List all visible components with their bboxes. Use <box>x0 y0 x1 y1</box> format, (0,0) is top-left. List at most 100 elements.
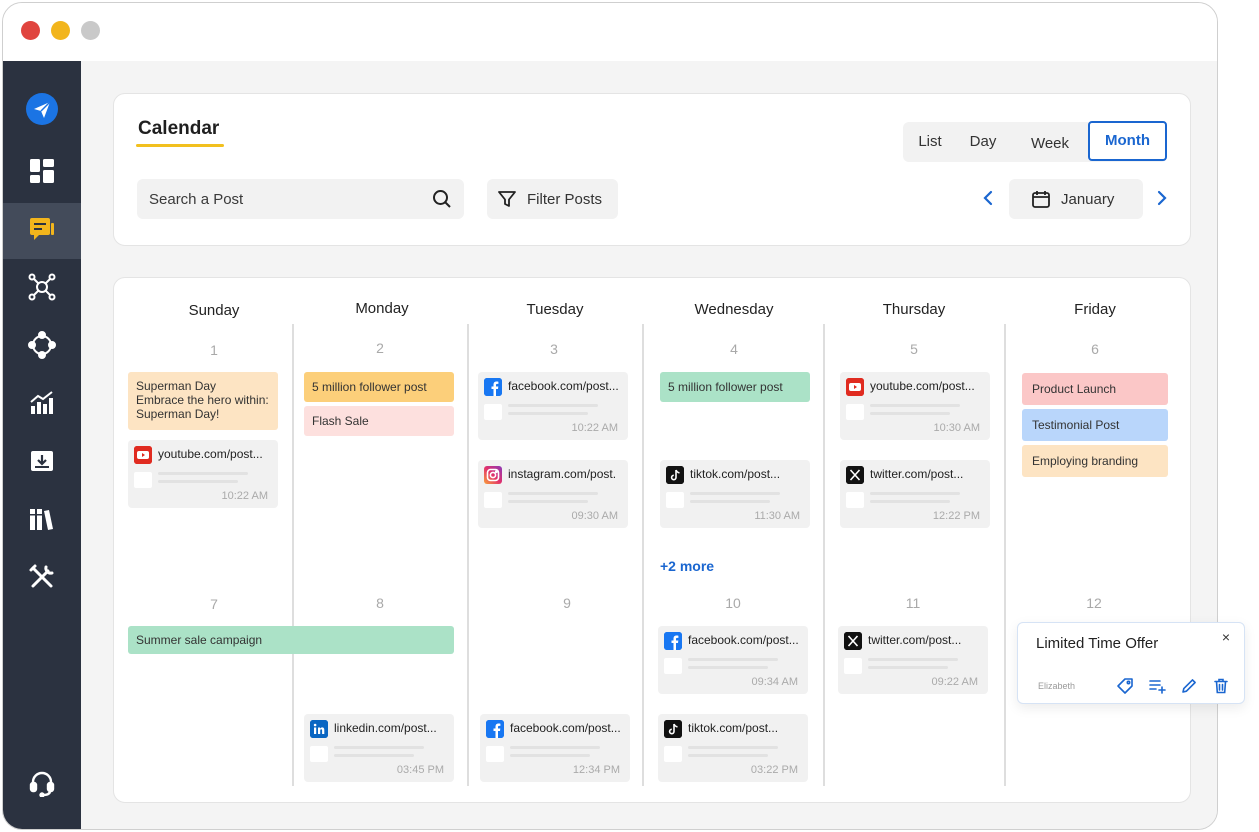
event-popover: Limited Time Offer × Elizabeth <box>1017 622 1245 704</box>
window-close-button[interactable] <box>21 21 40 40</box>
date-3[interactable]: 3 <box>539 341 569 357</box>
sidebar-item-nodes[interactable] <box>3 319 81 375</box>
sidebar-item-tools[interactable] <box>3 551 81 607</box>
sidebar-item-support[interactable] <box>3 757 81 813</box>
event-employing-branding[interactable]: Employing branding <box>1022 445 1168 477</box>
column-divider <box>292 324 294 786</box>
search-icon[interactable] <box>432 189 452 214</box>
post-url: youtube.com/post... <box>870 379 975 393</box>
date-11[interactable]: 11 <box>898 595 928 611</box>
tab-month[interactable]: Month <box>1088 121 1167 161</box>
delete-icon[interactable] <box>1210 676 1232 696</box>
post-card-instagram[interactable]: instagram.com/post. 09:30 AM <box>478 460 628 528</box>
app-window: Calendar Filter Posts List Day Week Mont… <box>2 2 1218 830</box>
post-card-linkedin[interactable]: linkedin.com/post... 03:45 PM <box>304 714 454 782</box>
post-card-tiktok[interactable]: tiktok.com/post... 03:22 PM <box>658 714 808 782</box>
event-testimonial-post[interactable]: Testimonial Post <box>1022 409 1168 441</box>
facebook-icon <box>664 632 682 650</box>
search-input[interactable] <box>137 179 417 219</box>
date-5[interactable]: 5 <box>899 341 929 357</box>
post-url: twitter.com/post... <box>868 633 962 647</box>
page-title: Calendar <box>138 118 220 139</box>
search-box <box>137 179 464 219</box>
more-events-link[interactable]: +2 more <box>660 558 714 574</box>
calendar-icon <box>1031 189 1051 209</box>
edit-icon[interactable] <box>1178 676 1200 696</box>
date-10[interactable]: 10 <box>718 595 748 611</box>
event-superman-day[interactable]: Superman Day Embrace the hero within: Su… <box>128 372 278 430</box>
post-card-facebook[interactable]: facebook.com/post... 10:22 AM <box>478 372 628 440</box>
post-thumbnail <box>844 658 862 674</box>
date-8[interactable]: 8 <box>365 595 395 611</box>
post-url: tiktok.com/post... <box>690 467 781 481</box>
inbox-download-icon <box>29 448 55 479</box>
date-2[interactable]: 2 <box>365 340 395 356</box>
sidebar-item-inbox[interactable] <box>3 435 81 491</box>
sidebar-item-network[interactable] <box>3 261 81 317</box>
post-text-line <box>868 658 958 661</box>
view-toggle: List Day Week Month <box>903 121 1167 164</box>
month-label: January <box>1061 190 1115 208</box>
date-4[interactable]: 4 <box>719 341 749 357</box>
tab-list[interactable]: List <box>903 122 957 162</box>
sidebar <box>3 61 81 829</box>
next-month-chevron-right-icon[interactable] <box>1154 190 1168 211</box>
sidebar-item-library[interactable] <box>3 493 81 549</box>
sidebar-item-dashboard[interactable] <box>3 145 81 201</box>
post-card-tiktok[interactable]: tiktok.com/post... 11:30 AM <box>660 460 810 528</box>
close-icon[interactable]: × <box>1222 629 1230 645</box>
post-card-twitter[interactable]: twitter.com/post... 12:22 PM <box>840 460 990 528</box>
post-card-facebook[interactable]: facebook.com/post... 09:34 AM <box>658 626 808 694</box>
post-text-line <box>334 746 424 749</box>
tiktok-icon <box>666 466 684 484</box>
tag-icon[interactable] <box>1114 676 1136 696</box>
post-card-youtube[interactable]: youtube.com/post... 10:30 AM <box>840 372 990 440</box>
day-header-monday: Monday <box>355 300 409 317</box>
filter-posts-button[interactable]: Filter Posts <box>487 179 618 219</box>
date-1[interactable]: 1 <box>199 342 229 358</box>
post-text-line <box>868 666 948 669</box>
event-product-launch[interactable]: Product Launch <box>1022 373 1168 405</box>
post-text-line <box>158 480 238 483</box>
nodes-icon <box>28 330 56 364</box>
tab-week[interactable]: Week <box>1015 124 1085 164</box>
date-6[interactable]: 6 <box>1080 341 1110 357</box>
post-text-line <box>688 666 768 669</box>
event-summer-sale-campaign[interactable]: Summer sale campaign <box>128 626 454 654</box>
sidebar-item-compose[interactable] <box>3 203 81 259</box>
post-text-line <box>334 754 414 757</box>
post-card-facebook[interactable]: facebook.com/post... 12:34 PM <box>480 714 630 782</box>
calendar-toolbar: Calendar Filter Posts List Day Week Mont… <box>113 93 1191 246</box>
send-icon <box>25 92 59 131</box>
sidebar-item-send[interactable] <box>3 83 81 139</box>
tab-day[interactable]: Day <box>957 122 1009 162</box>
window-minimize-button[interactable] <box>51 21 70 40</box>
date-12[interactable]: 12 <box>1079 595 1109 611</box>
post-thumbnail <box>846 404 864 420</box>
date-9[interactable]: 9 <box>552 595 582 611</box>
add-to-list-icon[interactable] <box>1146 676 1168 696</box>
facebook-icon <box>484 378 502 396</box>
window-maximize-button[interactable] <box>81 21 100 40</box>
post-time: 09:22 AM <box>931 676 978 688</box>
event-5m-follower-post[interactable]: 5 million follower post <box>660 372 810 402</box>
sidebar-item-analytics[interactable] <box>3 377 81 433</box>
month-selector[interactable]: January <box>1009 179 1143 219</box>
post-thumbnail <box>664 658 682 674</box>
popover-actions <box>1114 676 1232 696</box>
event-flash-sale[interactable]: Flash Sale <box>304 406 454 436</box>
event-5m-follower-post[interactable]: 5 million follower post <box>304 372 454 402</box>
prev-month-chevron-left-icon[interactable] <box>982 190 996 211</box>
x-icon <box>844 632 862 650</box>
post-text-line <box>870 500 950 503</box>
post-card-twitter[interactable]: twitter.com/post... 09:22 AM <box>838 626 988 694</box>
post-url: facebook.com/post... <box>510 721 621 735</box>
post-url: facebook.com/post... <box>688 633 799 647</box>
post-text-line <box>510 746 600 749</box>
post-url: tiktok.com/post... <box>688 721 779 735</box>
support-headset-icon <box>28 769 56 802</box>
popover-title: Limited Time Offer <box>1036 635 1159 652</box>
post-time: 10:22 AM <box>571 422 618 434</box>
date-7[interactable]: 7 <box>199 596 229 612</box>
post-card-youtube[interactable]: youtube.com/post... 10:22 AM <box>128 440 278 508</box>
